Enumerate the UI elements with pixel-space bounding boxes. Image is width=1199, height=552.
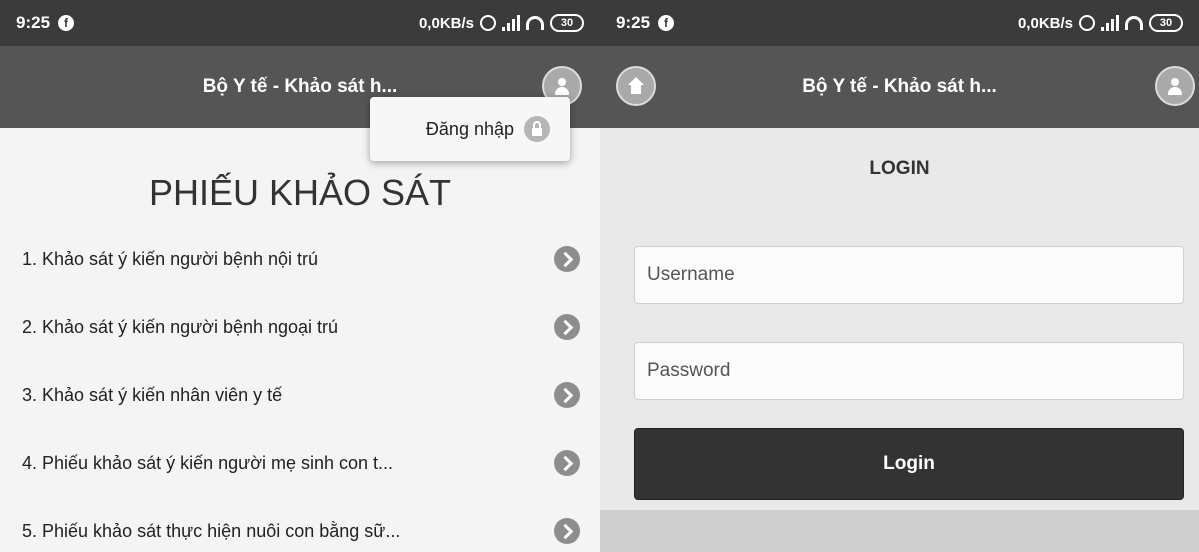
status-right-group: 0,0KB/s 30 — [419, 14, 584, 32]
status-bar: 9:25 f 0,0KB/s 30 — [0, 0, 600, 46]
battery-icon: 30 — [550, 14, 584, 32]
home-icon — [627, 77, 645, 95]
chevron-right-icon[interactable] — [554, 518, 580, 544]
list-item-label: 4. Phiếu khảo sát ý kiến người mẹ sinh c… — [22, 452, 394, 473]
status-right-group: 0,0KB/s 30 — [1018, 14, 1183, 32]
login-screen: 9:25 f 0,0KB/s 30 Bộ Y tế - Khảo sát h..… — [600, 0, 1199, 552]
chevron-right-icon[interactable] — [554, 382, 580, 408]
facebook-icon: f — [58, 15, 75, 31]
battery-icon: 30 — [1149, 14, 1183, 32]
user-icon — [1165, 76, 1185, 96]
page-title: PHIẾU KHẢO SÁT — [148, 172, 452, 213]
signal-icon — [502, 15, 520, 31]
signal-icon — [1101, 15, 1119, 31]
list-item[interactable]: 1. Khảo sát ý kiến người bệnh nội trú — [0, 225, 600, 293]
home-button[interactable] — [616, 66, 656, 106]
list-item[interactable]: 3. Khảo sát ý kiến nhân viên y tế — [0, 361, 600, 429]
alarm-icon — [480, 15, 496, 31]
login-button[interactable]: Login — [634, 428, 1184, 500]
list-item-label: 2. Khảo sát ý kiến người bệnh ngoại trú — [22, 316, 339, 337]
header-title: Bộ Y tế - Khảo sát h... — [802, 76, 997, 97]
login-menu-item[interactable]: Đăng nhập — [370, 97, 570, 161]
password-field[interactable] — [634, 342, 1184, 400]
list-item[interactable]: 5. Phiếu khảo sát thực hiện nuôi con bằn… — [0, 497, 600, 552]
login-menu-label: Đăng nhập — [425, 118, 514, 139]
list-item[interactable]: 4. Phiếu khảo sát ý kiến người mẹ sinh c… — [0, 429, 600, 497]
status-time: 9:25 — [616, 13, 651, 32]
chevron-right-icon[interactable] — [554, 246, 580, 272]
chevron-right-icon[interactable] — [554, 314, 580, 340]
survey-list: 1. Khảo sát ý kiến người bệnh nội trú 2.… — [0, 225, 600, 552]
alarm-icon — [1079, 15, 1095, 31]
user-icon — [552, 76, 572, 96]
username-field[interactable] — [634, 246, 1184, 304]
network-speed: 0,0KB/s — [418, 14, 474, 32]
chevron-right-icon[interactable] — [554, 450, 580, 476]
wifi-icon — [1125, 16, 1143, 30]
app-header: Bộ Y tế - Khảo sát h... — [600, 46, 1199, 128]
survey-screen: 9:25 f 0,0KB/s 30 Bộ Y tế - Khảo sát h..… — [0, 0, 600, 552]
login-title: LOGIN — [869, 158, 930, 179]
network-speed: 0,0KB/s — [1017, 14, 1073, 32]
list-item-label: 3. Khảo sát ý kiến nhân viên y tế — [22, 384, 283, 405]
list-item-label: 1. Khảo sát ý kiến người bệnh nội trú — [22, 248, 319, 269]
list-item-label: 5. Phiếu khảo sát thực hiện nuôi con bằn… — [22, 520, 401, 541]
status-time: 9:25 — [16, 13, 51, 32]
list-item[interactable]: 2. Khảo sát ý kiến người bệnh ngoại trú — [0, 293, 600, 361]
lock-icon — [524, 116, 550, 142]
facebook-icon: f — [658, 15, 675, 31]
user-button[interactable] — [1155, 66, 1195, 106]
header-title: Bộ Y tế - Khảo sát h... — [202, 76, 398, 97]
status-bar: 9:25 f 0,0KB/s 30 — [600, 0, 1199, 46]
footer-area — [600, 510, 1199, 552]
wifi-icon — [526, 16, 544, 30]
